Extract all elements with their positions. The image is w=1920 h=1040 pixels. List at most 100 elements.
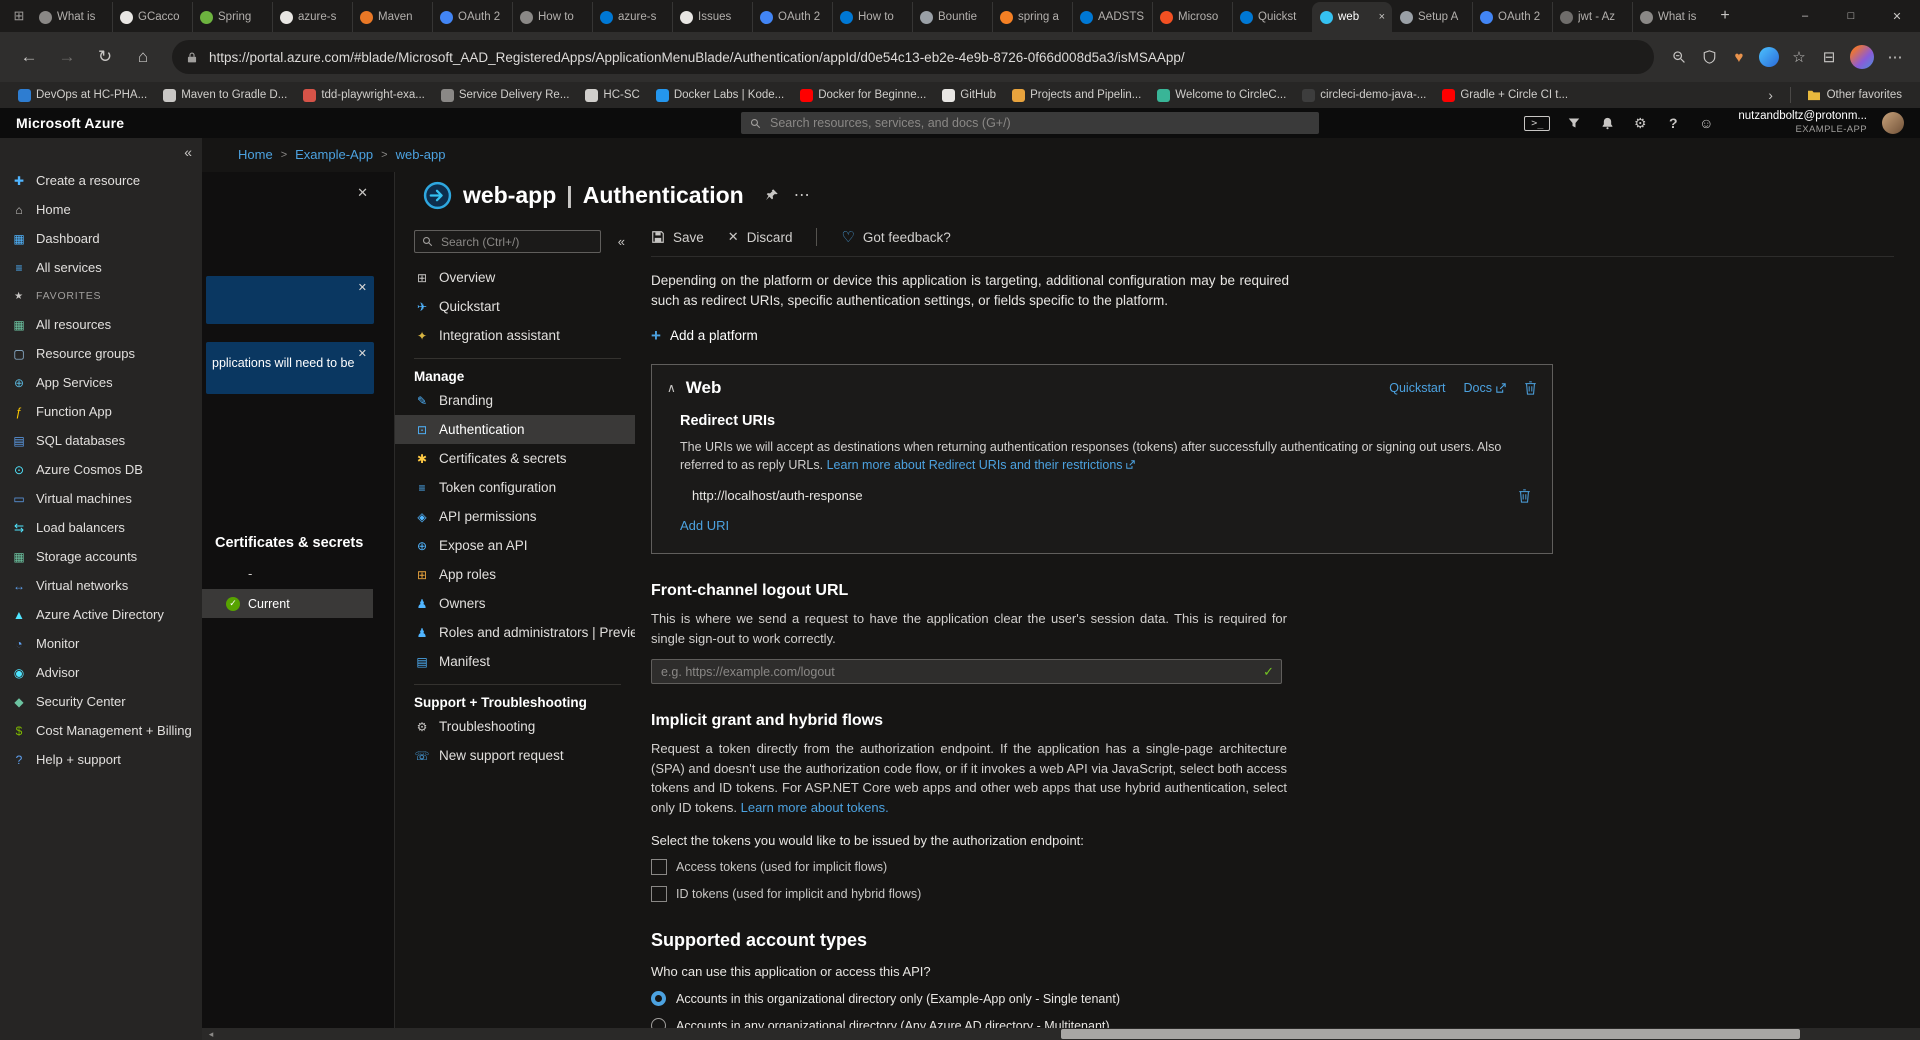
directory-filter-icon[interactable] — [1565, 117, 1583, 129]
learn-more-tokens-link[interactable]: Learn more about tokens. — [741, 800, 889, 815]
scroll-left-icon[interactable]: ◂ — [204, 1028, 218, 1040]
menu-item-quickstart[interactable]: ✈ Quickstart — [395, 292, 635, 321]
sidebar-item-create-a-resource[interactable]: ✚ Create a resource — [0, 166, 202, 195]
browser-tab-quickst[interactable]: Quickst — [1232, 2, 1312, 32]
bookmarks-overflow-icon[interactable]: › — [1760, 87, 1782, 103]
browser-tab-how-to[interactable]: How to — [832, 2, 912, 32]
minimize-button[interactable]: – — [1782, 0, 1828, 32]
other-favorites-folder[interactable]: Other favorites — [1799, 87, 1910, 103]
maximize-button[interactable]: □ — [1828, 0, 1874, 32]
sidebar-item-cost-management-billing[interactable]: $ Cost Management + Billing — [0, 716, 202, 745]
notifications-icon[interactable] — [1598, 117, 1616, 130]
access-tokens-checkbox[interactable]: Access tokens (used for implicit flows) — [651, 859, 1894, 875]
breadcrumb-web-app[interactable]: web-app — [396, 147, 446, 162]
browser-tab-oauth-2[interactable]: OAuth 2 — [432, 2, 512, 32]
menu-item-roles-and-administrators-preview[interactable]: ♟ Roles and administrators | Preview — [395, 618, 635, 647]
sidebar-item-home[interactable]: ⌂ Home — [0, 195, 202, 224]
add-platform-button[interactable]: + Add a platform — [651, 327, 1894, 344]
front-channel-logout-input[interactable]: ✓ — [651, 659, 1282, 684]
bookmark-maven-to-gradle-d[interactable]: Maven to Gradle D... — [155, 87, 295, 104]
sidebar-item-all-resources[interactable]: ▦ All resources — [0, 310, 202, 339]
browser-tab-aadsts[interactable]: AADSTS — [1072, 2, 1152, 32]
bookmark-docker-labs-kode[interactable]: Docker Labs | Kode... — [648, 87, 792, 104]
toast-close-icon[interactable]: ✕ — [358, 281, 367, 294]
sidebar-item-azure-cosmos-db[interactable]: ⊙ Azure Cosmos DB — [0, 455, 202, 484]
azure-brand[interactable]: Microsoft Azure — [16, 115, 124, 131]
id-tokens-checkbox[interactable]: ID tokens (used for implicit and hybrid … — [651, 886, 1894, 902]
browser-tab-jwt-az[interactable]: jwt - Az — [1552, 2, 1632, 32]
menu-item-branding[interactable]: ✎ Branding — [395, 386, 635, 415]
redirect-uri-row[interactable]: http://localhost/auth-response — [680, 488, 1537, 503]
browser-tab-bountie[interactable]: Bountie — [912, 2, 992, 32]
refresh-button[interactable]: ↻ — [88, 40, 122, 74]
checkbox-icon[interactable] — [651, 859, 667, 875]
menu-item-new-support-request[interactable]: ☏ New support request — [395, 741, 635, 770]
blade-search[interactable] — [414, 230, 601, 253]
menu-item-overview[interactable]: ⊞ Overview — [395, 263, 635, 292]
menu-item-app-roles[interactable]: ⊞ App roles — [395, 560, 635, 589]
delete-platform-icon[interactable] — [1524, 380, 1537, 395]
pin-icon[interactable] — [765, 188, 779, 202]
browser-tab-oauth-2[interactable]: OAuth 2 — [752, 2, 832, 32]
browser-menu-icon[interactable]: ⋯ — [1882, 44, 1908, 70]
breadcrumb-home[interactable]: Home — [238, 147, 273, 162]
sidebar-item-resource-groups[interactable]: ▢ Resource groups — [0, 339, 202, 368]
collections-icon[interactable]: ⊟ — [1816, 44, 1842, 70]
menu-item-expose-an-api[interactable]: ⊕ Expose an API — [395, 531, 635, 560]
cloud-shell-icon[interactable]: >_ — [1524, 115, 1551, 131]
current-certificate-row[interactable]: ✓ Current — [202, 589, 373, 618]
forward-button[interactable]: → — [50, 40, 84, 74]
account-info[interactable]: nutzandboltz@protonm... EXAMPLE-APP — [1738, 110, 1867, 135]
feedback-button[interactable]: ♡ Got feedback? — [841, 228, 950, 246]
sidebar-item-load-balancers[interactable]: ⇆ Load balancers — [0, 513, 202, 542]
bookmark-devops-at-hc-pha[interactable]: DevOps at HC-PHA... — [10, 87, 155, 104]
add-uri-link[interactable]: Add URI — [680, 518, 729, 533]
redirect-uri-value[interactable]: http://localhost/auth-response — [692, 488, 863, 503]
multitenant-radio[interactable]: Accounts in any organizational directory… — [651, 1018, 1894, 1028]
favorites-icon[interactable]: ☆ — [1786, 44, 1812, 70]
bookmark-github[interactable]: GitHub — [934, 87, 1004, 104]
delete-uri-icon[interactable] — [1518, 488, 1531, 503]
menu-item-certificates-secrets[interactable]: ✱ Certificates & secrets — [395, 444, 635, 473]
bookmark-docker-for-beginne[interactable]: Docker for Beginne... — [792, 87, 934, 104]
browser-tab-spring[interactable]: Spring — [192, 2, 272, 32]
sidebar-item-monitor[interactable]: ◔ Monitor — [0, 629, 202, 658]
menu-item-authentication[interactable]: ⊡ Authentication — [395, 415, 635, 444]
sidebar-item-virtual-networks[interactable]: ↔ Virtual networks — [0, 571, 202, 600]
menu-collapse-icon[interactable]: « — [618, 234, 625, 249]
copilot-icon[interactable] — [1756, 44, 1782, 70]
help-icon[interactable]: ? — [1664, 115, 1682, 131]
home-button[interactable]: ⌂ — [126, 40, 160, 74]
bookmark-hc-sc[interactable]: HC-SC — [577, 87, 647, 104]
bookmark-service-delivery-re[interactable]: Service Delivery Re... — [433, 87, 578, 104]
bookmark-projects-and-pipelin[interactable]: Projects and Pipelin... — [1004, 87, 1149, 104]
more-options-icon[interactable]: ⋯ — [794, 185, 812, 205]
tab-close-icon[interactable]: × — [1379, 11, 1385, 23]
bookmark-welcome-to-circlec[interactable]: Welcome to CircleC... — [1149, 87, 1294, 104]
breadcrumb-example-app[interactable]: Example-App — [295, 147, 373, 162]
bookmark-circleci-demo-java[interactable]: circleci-demo-java-... — [1294, 87, 1434, 104]
redirect-uri-restrictions-link[interactable]: Learn more about Redirect URIs and their… — [827, 458, 1135, 472]
menu-item-api-permissions[interactable]: ◈ API permissions — [395, 502, 635, 531]
browser-tab-oauth-2[interactable]: OAuth 2 — [1472, 2, 1552, 32]
menu-item-owners[interactable]: ♟ Owners — [395, 589, 635, 618]
sidebar-item-virtual-machines[interactable]: ▭ Virtual machines — [0, 484, 202, 513]
profile-avatar[interactable] — [1850, 45, 1874, 69]
browser-tab-what-is[interactable]: What is — [32, 2, 112, 32]
close-blade-icon[interactable]: ✕ — [357, 185, 368, 201]
radio-selected-icon[interactable] — [651, 991, 666, 1006]
security-badge-icon[interactable] — [1696, 44, 1722, 70]
sidebar-item-help-support[interactable]: ? Help + support — [0, 745, 202, 774]
browser-tab-how-to[interactable]: How to — [512, 2, 592, 32]
sidebar-item-security-center[interactable]: ◆ Security Center — [0, 687, 202, 716]
checkbox-icon[interactable] — [651, 886, 667, 902]
bookmark-gradle-circle-ci-t[interactable]: Gradle + Circle CI t... — [1434, 87, 1576, 104]
quickstart-link[interactable]: Quickstart — [1389, 381, 1445, 395]
blade-search-input[interactable] — [439, 233, 593, 250]
sidebar-item-sql-databases[interactable]: ▤ SQL databases — [0, 426, 202, 455]
sidebar-item-dashboard[interactable]: ▦ Dashboard — [0, 224, 202, 253]
browser-tab-spring-a[interactable]: spring a — [992, 2, 1072, 32]
user-avatar[interactable] — [1882, 112, 1904, 134]
radio-icon[interactable] — [651, 1018, 666, 1028]
tab-actions-icon[interactable]: ⊞ — [6, 3, 32, 29]
